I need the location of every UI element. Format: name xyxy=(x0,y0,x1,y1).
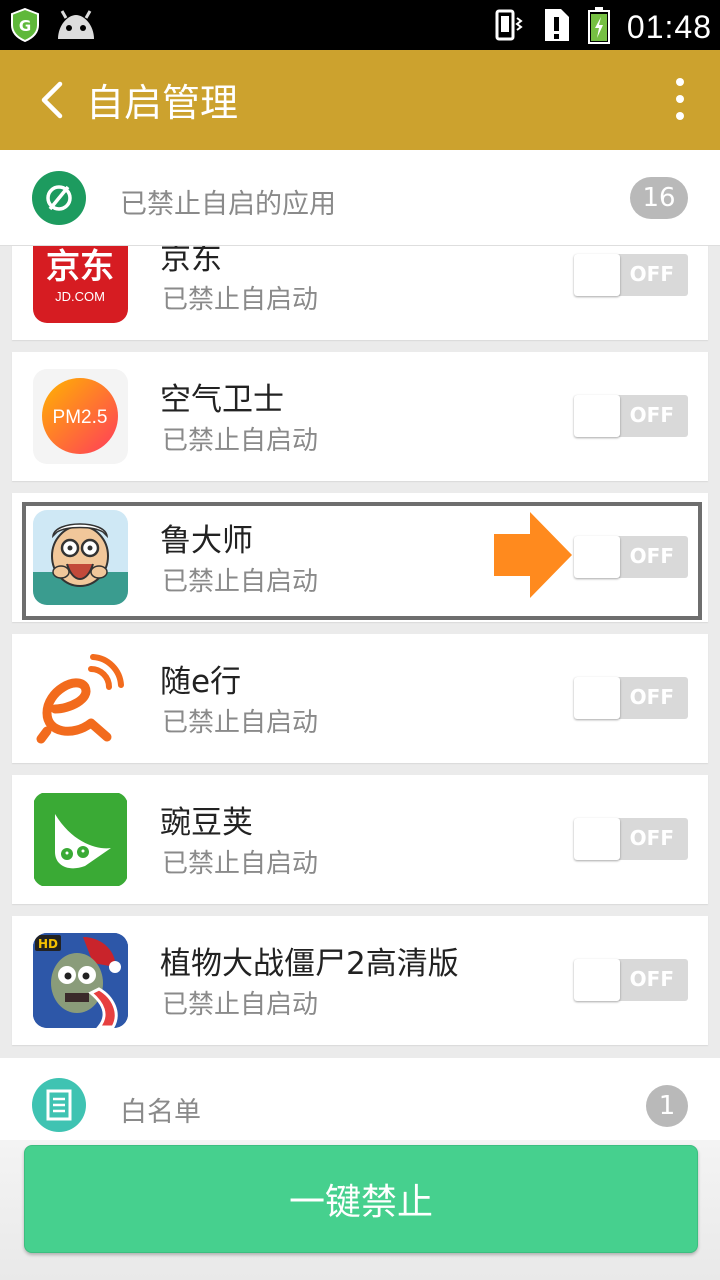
list-item[interactable]: 京东 JD.COM 京东 已禁止自启动 OFF xyxy=(12,246,708,340)
app-name: 豌豆荚 xyxy=(160,805,253,841)
more-vertical-icon[interactable] xyxy=(672,78,688,126)
count-badge: 16 xyxy=(630,177,688,219)
svg-text:京东: 京东 xyxy=(46,247,114,287)
app-status: 已禁止自启动 xyxy=(162,285,319,315)
app-list[interactable]: 京东 JD.COM 京东 已禁止自启动 OFF PM2.5 空气卫士 已禁止自启… xyxy=(0,246,720,1056)
toggle-knob xyxy=(574,395,620,437)
jd-app-icon: 京东 JD.COM xyxy=(33,246,128,323)
app-name: 鲁大师 xyxy=(160,523,253,559)
list-item[interactable]: 豌豆荚 已禁止自启动 OFF xyxy=(12,775,708,904)
app-status: 已禁止自启动 xyxy=(162,708,319,738)
app-name: 京东 xyxy=(160,246,222,277)
count-badge: 1 xyxy=(646,1085,688,1127)
arrow-right-icon xyxy=(494,512,574,598)
toggle-state: OFF xyxy=(629,544,674,568)
autostart-toggle[interactable]: OFF xyxy=(574,959,688,1001)
document-icon xyxy=(32,1078,86,1132)
app-name: 随e行 xyxy=(160,664,242,700)
svg-text:G: G xyxy=(19,17,31,35)
ludashi-app-icon xyxy=(33,510,128,605)
app-name: 空气卫士 xyxy=(160,382,284,418)
shield-app-icon: G xyxy=(10,7,40,46)
autostart-toggle[interactable]: OFF xyxy=(574,818,688,860)
status-bar: G 01:48 xyxy=(0,0,720,50)
autostart-toggle[interactable]: OFF xyxy=(574,677,688,719)
battery-charging-icon xyxy=(587,6,611,48)
toggle-state: OFF xyxy=(629,262,674,286)
toggle-knob xyxy=(574,818,620,860)
blocked-apps-section-header[interactable]: 已禁止自启的应用 16 xyxy=(0,150,720,246)
vibrate-icon xyxy=(491,8,525,46)
whitelist-row[interactable]: 白名单 1 xyxy=(0,1058,720,1153)
bottom-bar: 一键禁止 xyxy=(0,1140,720,1280)
clock: 01:48 xyxy=(626,8,712,45)
wandoujia-app-icon xyxy=(33,792,128,887)
toggle-state: OFF xyxy=(629,685,674,709)
chevron-left-icon[interactable] xyxy=(32,78,76,122)
toggle-knob xyxy=(574,536,620,578)
list-item[interactable]: 鲁大师 已禁止自启动 OFF xyxy=(12,493,708,622)
list-item[interactable]: HD 植物大战僵尸2高清版 已禁止自启动 OFF xyxy=(12,916,708,1045)
svg-text:HD: HD xyxy=(38,937,58,951)
app-status: 已禁止自启动 xyxy=(162,567,319,597)
app-name: 植物大战僵尸2高清版 xyxy=(160,946,459,982)
list-item[interactable]: PM2.5 空气卫士 已禁止自启动 OFF xyxy=(12,352,708,481)
app-bar: 自启管理 xyxy=(0,50,720,150)
sim-alert-icon xyxy=(541,7,571,47)
toggle-state: OFF xyxy=(629,826,674,850)
section-label: 已禁止自启的应用 xyxy=(120,189,336,220)
suiexing-app-icon xyxy=(33,651,128,746)
whitelist-label: 白名单 xyxy=(120,1097,201,1128)
forbidden-icon xyxy=(32,171,86,225)
android-icon xyxy=(54,9,98,45)
toggle-knob xyxy=(574,677,620,719)
svg-text:PM2.5: PM2.5 xyxy=(53,407,108,428)
toggle-knob xyxy=(574,254,620,296)
app-status: 已禁止自启动 xyxy=(162,990,319,1020)
app-status: 已禁止自启动 xyxy=(162,426,319,456)
page-title: 自启管理 xyxy=(86,81,239,125)
toggle-state: OFF xyxy=(629,967,674,991)
block-all-button[interactable]: 一键禁止 xyxy=(24,1145,698,1253)
toggle-knob xyxy=(574,959,620,1001)
pm25-app-icon: PM2.5 xyxy=(33,369,128,464)
toggle-state: OFF xyxy=(629,403,674,427)
autostart-toggle[interactable]: OFF xyxy=(574,254,688,296)
app-status: 已禁止自启动 xyxy=(162,849,319,879)
autostart-toggle[interactable]: OFF xyxy=(574,395,688,437)
list-item[interactable]: 随e行 已禁止自启动 OFF xyxy=(12,634,708,763)
pvz2-app-icon: HD xyxy=(33,933,128,1028)
svg-text:JD.COM: JD.COM xyxy=(55,289,105,304)
autostart-toggle[interactable]: OFF xyxy=(574,536,688,578)
